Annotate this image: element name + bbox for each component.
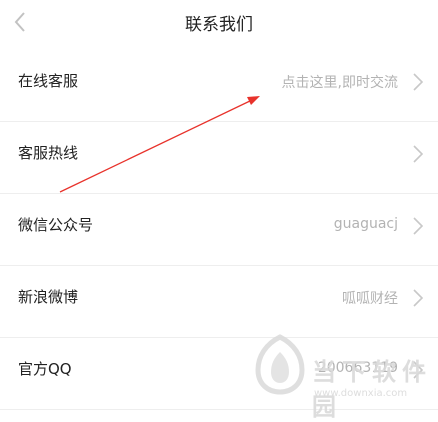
row-label: 客服热线 bbox=[18, 144, 79, 162]
row-label: 微信公众号 bbox=[18, 216, 94, 234]
row-sina-weibo[interactable]: 新浪微博 呱呱财经 bbox=[0, 266, 438, 338]
chevron-right-icon bbox=[408, 356, 428, 384]
row-value: 呱呱财经 bbox=[342, 291, 398, 307]
row-value: 200663119 bbox=[317, 360, 398, 376]
row-label: 在线客服 bbox=[18, 72, 79, 90]
chevron-right-icon bbox=[408, 68, 428, 96]
row-online-service[interactable]: 在线客服 点击这里,即时交流 bbox=[0, 50, 438, 122]
chevron-right-icon bbox=[408, 140, 428, 168]
row-value: guaguacj bbox=[333, 216, 398, 232]
chevron-right-icon bbox=[408, 212, 428, 240]
row-service-hotline[interactable]: 客服热线 bbox=[0, 122, 438, 194]
row-label: 官方QQ bbox=[18, 360, 72, 378]
row-official-qq[interactable]: 官方QQ 200663119 bbox=[0, 338, 438, 410]
chevron-right-icon bbox=[408, 284, 428, 312]
row-label: 新浪微博 bbox=[18, 288, 79, 306]
row-value: 点击这里,即时交流 bbox=[281, 75, 398, 91]
row-wechat-account[interactable]: 微信公众号 guaguacj bbox=[0, 194, 438, 266]
page-title: 联系我们 bbox=[185, 15, 253, 35]
nav-bar: 联系我们 bbox=[0, 0, 438, 44]
